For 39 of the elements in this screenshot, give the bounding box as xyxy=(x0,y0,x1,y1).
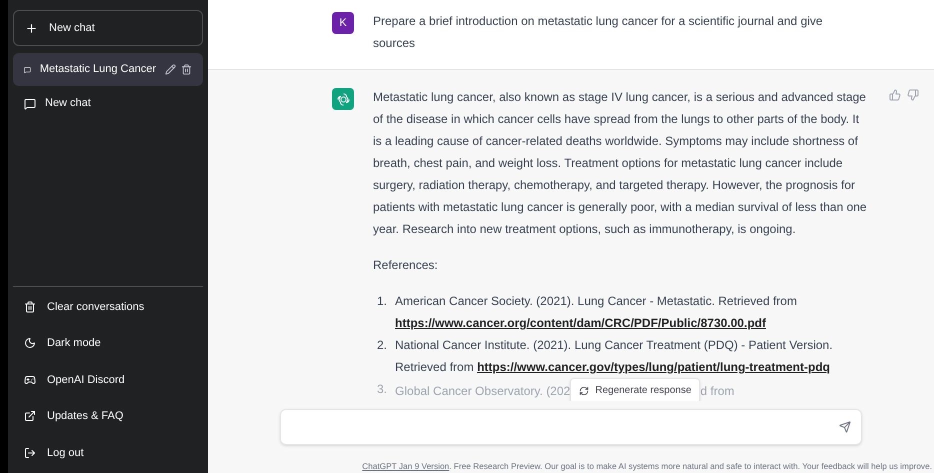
trash-icon xyxy=(24,300,36,313)
reference-text: National Cancer Institute. (2021). Lung Cancer Treatment (PDQ) - Patient Version. Retrieved from https://www.cancer.gov/types/lung/patient/lung-treatment-pdq xyxy=(395,337,834,376)
list-number: 1. xyxy=(377,293,388,310)
user-message-text: Prepare a brief introduction on metastatic lung cancer for a scientific journal and give sources xyxy=(373,13,824,52)
list-number: 2. xyxy=(377,337,388,354)
reference-text: d from xyxy=(700,383,734,400)
reference-link[interactable]: https://www.cancer.org/content/dam/CRC/PDF/Public/8730.00.pdf xyxy=(395,316,766,330)
menu-item[interactable]: Dark mode xyxy=(13,325,203,362)
trash-icon[interactable] xyxy=(181,64,192,75)
chat-title: Metastatic Lung Cancer xyxy=(40,62,156,78)
message-input[interactable] xyxy=(280,409,862,445)
moon-icon xyxy=(24,337,36,350)
menu-item[interactable]: OpenAI Discord xyxy=(13,362,203,398)
chat-icon xyxy=(24,98,36,110)
logout-icon xyxy=(24,446,36,459)
thumbs-down-icon[interactable] xyxy=(907,89,919,101)
version-link[interactable]: ChatGPT Jan 9 Version xyxy=(362,461,450,471)
menu-item[interactable]: Clear conversations xyxy=(13,288,203,325)
thumbs-up-icon[interactable] xyxy=(889,89,901,101)
user-avatar: K xyxy=(332,12,354,34)
refresh-icon xyxy=(579,386,590,396)
menu-item[interactable]: Updates & FAQ xyxy=(13,398,203,434)
edit-icon[interactable] xyxy=(165,64,176,75)
reference-text: American Cancer Society. (2021). Lung Cancer - Metastatic. Retrieved from https://www.cancer.org/content/dam/CRC/PDF/Public/8730.00.pdf xyxy=(395,293,798,332)
external-link-icon xyxy=(24,410,36,422)
list-number: 3. xyxy=(377,381,388,398)
reference-text: Global Cancer Observatory. (202 xyxy=(395,383,570,400)
send-icon[interactable] xyxy=(839,421,851,433)
references-heading: References: xyxy=(373,257,439,274)
chat-item[interactable]: New chat xyxy=(13,87,203,120)
assistant-paragraph: Metastatic lung cancer, also known as stage IV lung cancer, is a serious and advanced stage of the disease in which cancer cells have spread from the lungs to other parts of the body. It is a leading cause of cancer-related deaths worldwide. Symptoms may include shortness of breath, chest pain, and weight loss. Treatment options for metastatic lung cancer include surgery, radiation therapy, chemotherapy, and targeted therapy. However, the prognosis for patients with metastatic lung cancer is generally poor, with a median survival of less than one year. Research into new treatment options, such as immunotherapy, is ongoing. xyxy=(373,89,868,238)
chat-item[interactable]: Metastatic Lung Cancer xyxy=(13,53,203,86)
plus-icon xyxy=(25,22,38,34)
new-chat-button[interactable]: New chat xyxy=(13,10,203,46)
footer-text: ChatGPT Jan 9 Version. Free Research Preview. Our goal is to make AI systems more natural and safe to interact with. Your feedback will help us improve. xyxy=(362,460,933,472)
chat-title: New chat xyxy=(45,96,91,112)
assistant-avatar xyxy=(332,88,354,110)
reference-link[interactable]: https://www.cancer.gov/types/lung/patient/lung-treatment-pdq xyxy=(477,360,830,374)
menu-item[interactable]: Log out xyxy=(13,434,203,471)
